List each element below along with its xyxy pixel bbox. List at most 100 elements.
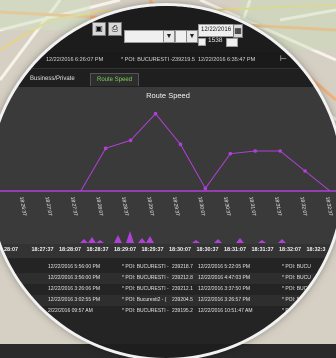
- table-row[interactable]: 12/22/2016 5:56:00 PM * POI: BUCURESTI -2…: [0, 262, 336, 273]
- timeline-axis: 28:07 18:27:37 18:28:07 18:28:37 18:29:07 18:…: [0, 244, 336, 258]
- record-end-time: 12/22/2016 6:35:47 PM: [198, 57, 256, 63]
- table-row[interactable]: 12/22/2016 3:02:55 PM * POI: Bucuresti2 -…: [0, 295, 336, 306]
- timeline-label: 18:28:37: [86, 247, 109, 253]
- x-tick-label: 18:28:37: [120, 196, 129, 216]
- timeline-label: 18:32:07: [279, 247, 302, 253]
- data-point: [103, 146, 108, 151]
- table-cell: 12/22/2016 3:56:00 PM: [48, 275, 100, 281]
- tab-bar: Business/Private Route Speed: [0, 70, 336, 86]
- histogram-bar: [146, 236, 154, 243]
- time-spinner[interactable]: [226, 38, 238, 47]
- histogram-bar: [114, 235, 122, 243]
- table-cell: 12/22/2016 5:56:00 PM: [48, 264, 100, 270]
- cursor-icon: ⊢: [280, 54, 287, 63]
- record-strip: 12/22/2016 6:26:07 PM * POI: BUCURESTI -…: [0, 52, 336, 69]
- table-row[interactable]: 12/22/2016 3:56:00 PM * POI: BUCURESTI -2…: [0, 273, 336, 284]
- timeline-label: 18:31:07: [224, 247, 247, 253]
- histogram-bar: [258, 240, 266, 243]
- table-cell: * POI: Bucuresti2 - (: [122, 297, 167, 303]
- histogram-bar: [88, 237, 96, 243]
- x-tick-label: 18:32:07: [299, 196, 308, 216]
- timeline-label: 18:28:07: [59, 247, 82, 253]
- histogram-bar: [96, 240, 104, 243]
- table-cell: 12/22/2016 3:26:57 PM: [198, 297, 250, 303]
- x-tick-label: 18:31:07: [248, 196, 257, 216]
- tab-business-private[interactable]: Business/Private: [24, 73, 81, 85]
- x-tick-label: 18:27:07: [44, 196, 53, 216]
- toolbar: ▣ ⎙ ▼ ▼ 12/22/2016 1 ▦ 1538: [0, 6, 336, 52]
- date-input[interactable]: 12/22/2016 1: [198, 24, 236, 44]
- x-tick-label: 18:29:37: [171, 196, 180, 216]
- data-point: [153, 111, 158, 116]
- chevron-down-icon[interactable]: ▼: [186, 30, 198, 43]
- data-point: [128, 138, 133, 143]
- chart-plot: 18:26:37 18:27:07 18:27:37 18:28:07 18:28:37…: [0, 111, 336, 243]
- x-tick-label: 18:31:37: [273, 196, 282, 216]
- data-point: [253, 149, 258, 153]
- x-tick-label: 18:27:37: [69, 196, 78, 216]
- data-point: [203, 186, 208, 191]
- save-icon[interactable]: ▣: [92, 22, 106, 36]
- table-cell: 239204.5: [172, 297, 193, 303]
- time-checkbox[interactable]: [198, 38, 206, 46]
- series-line: [6, 112, 331, 192]
- table-cell: 12/22/2016 3:26:06 PM: [48, 286, 100, 292]
- data-point: [228, 151, 233, 156]
- timeline-label: 18:31:37: [251, 247, 274, 253]
- table-cell: * POI: BUCU: [282, 286, 311, 292]
- histogram-bar: [278, 239, 286, 243]
- table-cell: * POI: BUCURESTI -: [122, 264, 169, 270]
- data-point: [303, 169, 307, 173]
- timeline-label: 28:07: [4, 247, 19, 253]
- table-row[interactable]: 12/22/2016 3:26:06 PM * POI: BUCURESTI -2…: [0, 284, 336, 295]
- data-point: [178, 142, 183, 147]
- histogram-bar: [192, 240, 200, 243]
- record-code: 239219.5: [172, 57, 195, 63]
- table-cell: * POI: BUCURESTI -: [122, 308, 169, 314]
- checkbox-label: 1538: [208, 37, 223, 44]
- table-cell: 2/22/2016 09:57 AM: [48, 308, 93, 314]
- activity-histogram: [80, 231, 286, 243]
- table-cell: * POI: BUCURESTI -: [122, 275, 169, 281]
- table-cell: 12/22/2016 10:51:47 AM: [198, 308, 253, 314]
- table-cell: 12/22/2016 5:22:05 PM: [198, 264, 250, 270]
- histogram-bar: [126, 231, 134, 243]
- x-tick-label: 18:26:37: [18, 196, 27, 216]
- trips-table: 12/22/2016 5:56:00 PM * POI: BUCURESTI -2…: [0, 258, 336, 344]
- table-row[interactable]: 2/22/2016 09:57 AM * POI: BUCURESTI -2391…: [0, 306, 336, 317]
- data-point: [278, 149, 282, 153]
- table-cell: * POI: BUCU: [282, 297, 311, 303]
- table-cell: 239218.7: [172, 264, 193, 270]
- chevron-down-icon[interactable]: ▼: [163, 30, 175, 43]
- timeline-label: 18:27:37: [31, 247, 54, 253]
- tab-route-speed[interactable]: Route Speed: [90, 73, 140, 86]
- timeline-label: 18:29:07: [114, 247, 137, 253]
- record-location: * POI: BUCURESTI -: [121, 57, 173, 63]
- table-cell: 239212.1: [172, 286, 193, 292]
- timeline-label: 18:32:3: [306, 247, 326, 253]
- table-cell: 12/22/2016 3:37:50 PM: [198, 286, 250, 292]
- table-cell: * POI: BUCU: [282, 275, 311, 281]
- x-tick-label: 18:32:37: [324, 196, 333, 216]
- table-cell: * POI: BUCU: [282, 264, 311, 270]
- timeline-label: 18:30:07: [169, 247, 192, 253]
- histogram-bar: [214, 239, 222, 243]
- timeline-label: 18:30:37: [196, 247, 219, 253]
- print-icon[interactable]: ⎙: [108, 22, 122, 36]
- x-tick-label: 18:30:07: [197, 196, 206, 216]
- calendar-icon[interactable]: ▦: [233, 24, 243, 38]
- table-cell: 239212.8: [172, 275, 193, 281]
- table-cell: * POI: BUCURESTI -: [122, 286, 169, 292]
- timeline-label: 18:29:37: [141, 247, 164, 253]
- x-tick-label: 18:28:07: [95, 196, 104, 216]
- table-cell: * POI: BUCU: [282, 308, 311, 314]
- x-tick-label: 18:29:07: [146, 196, 155, 216]
- histogram-bar: [138, 238, 146, 243]
- record-timestamp: 12/22/2016 6:26:07 PM: [46, 57, 104, 63]
- table-cell: 12/22/2016 4:47:03 PM: [198, 275, 250, 281]
- x-tick-label: 18:30:37: [222, 196, 231, 216]
- magnifier-lens: ▣ ⎙ ▼ ▼ 12/22/2016 1 ▦ 1538 12/22/2016 6…: [0, 6, 336, 358]
- app-window: ▣ ⎙ ▼ ▼ 12/22/2016 1 ▦ 1538 12/22/2016 6…: [0, 6, 336, 344]
- table-cell: 12/22/2016 3:02:55 PM: [48, 297, 100, 303]
- histogram-bar: [80, 239, 88, 243]
